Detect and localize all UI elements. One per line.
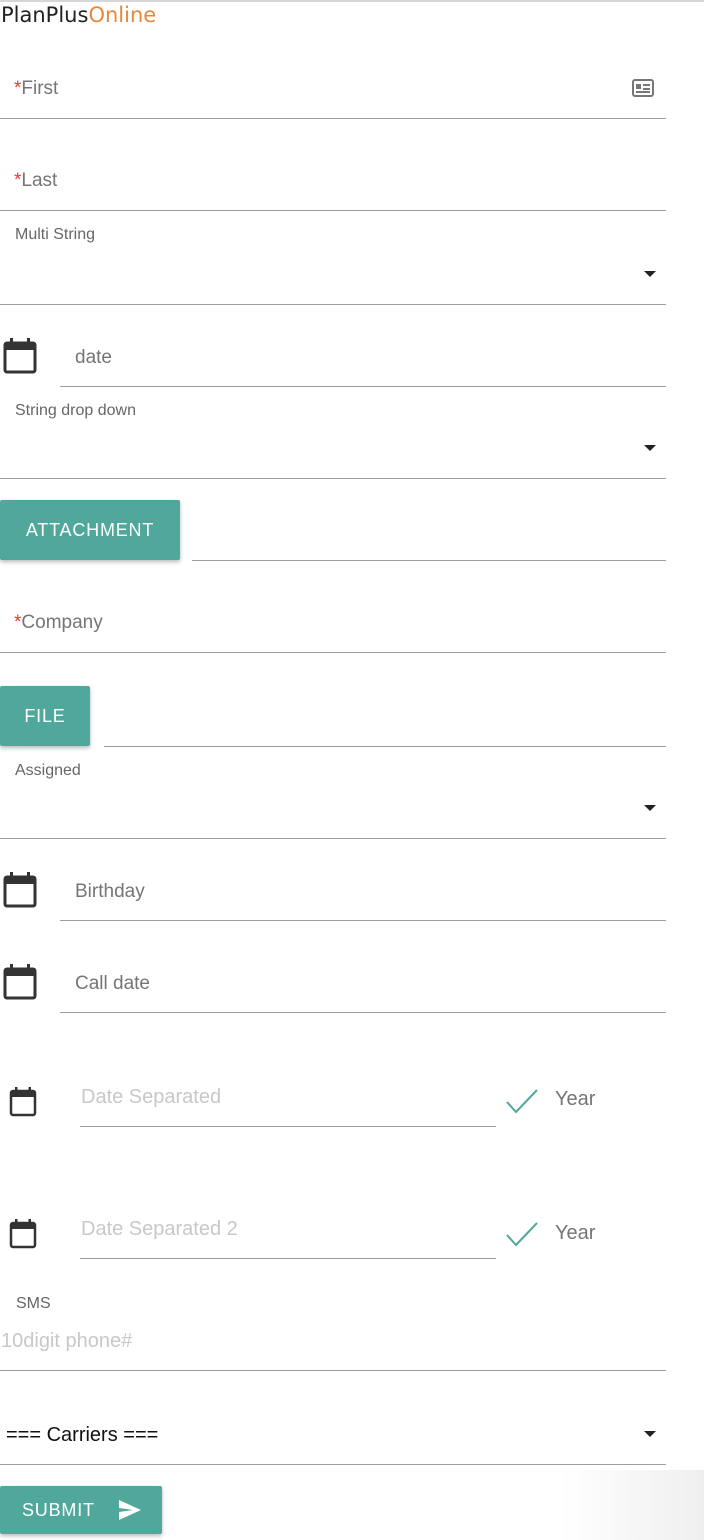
- date-separated-2-input[interactable]: Date Separated 2: [80, 1208, 496, 1258]
- attachment-button[interactable]: ATTACHMENT: [0, 500, 180, 560]
- carriers-underline: [0, 1464, 666, 1465]
- call-date-field[interactable]: Call date: [60, 956, 666, 1012]
- date-separated-2-year-label: Year: [555, 1222, 596, 1244]
- chevron-down-icon: [644, 805, 656, 811]
- calendar-icon[interactable]: [3, 964, 37, 1000]
- birthday-underline: [60, 920, 666, 921]
- file-button[interactable]: FILE: [0, 686, 90, 746]
- company-underline: [0, 652, 666, 653]
- brand-logo-part2: Online: [88, 3, 157, 27]
- sms-label: SMS: [16, 1295, 51, 1312]
- attachment-underline: [192, 560, 666, 561]
- contact-card-icon: [632, 79, 654, 97]
- date-separated-input[interactable]: Date Separated: [80, 1076, 496, 1126]
- string-drop-down-underline: [0, 478, 666, 479]
- date-field[interactable]: date: [60, 330, 666, 386]
- multi-string-underline: [0, 304, 666, 305]
- date-separated-placeholder: Date Separated: [81, 1086, 222, 1108]
- sms-phone-placeholder: 10digit phone#: [1, 1330, 133, 1352]
- company-label: *Company: [14, 612, 103, 633]
- birthday-label: Birthday: [75, 881, 145, 902]
- chevron-down-icon: [644, 1431, 656, 1437]
- carriers-selected: === Carriers ===: [6, 1424, 159, 1446]
- date-label: date: [75, 347, 112, 368]
- date-separated-2-underline: [80, 1258, 496, 1259]
- brand-logo: PlanPlusOnline: [1, 2, 156, 28]
- calendar-icon[interactable]: [3, 872, 37, 908]
- last-name-field[interactable]: *Last: [0, 150, 666, 210]
- attachment-filename-field[interactable]: [192, 508, 666, 560]
- string-drop-down-select[interactable]: [0, 424, 666, 478]
- file-filename-field[interactable]: [104, 694, 666, 746]
- last-name-underline: [0, 210, 666, 211]
- multi-string-label: Multi String: [15, 226, 96, 243]
- sms-phone-input[interactable]: 10digit phone#: [0, 1318, 666, 1370]
- birthday-field[interactable]: Birthday: [60, 864, 666, 920]
- file-underline: [104, 746, 666, 747]
- calendar-icon[interactable]: [3, 338, 37, 374]
- brand-logo-part1: PlanPlus: [1, 3, 89, 27]
- date-separated-underline: [80, 1126, 496, 1127]
- submit-button[interactable]: SUBMIT: [0, 1486, 162, 1534]
- multi-string-select[interactable]: [0, 248, 666, 304]
- assigned-underline: [0, 838, 666, 839]
- date-separated-year-label: Year: [555, 1088, 596, 1110]
- assigned-label: Assigned: [15, 762, 81, 779]
- company-field[interactable]: *Company: [0, 592, 666, 652]
- checkmark-icon[interactable]: [505, 1221, 539, 1247]
- calendar-icon[interactable]: [9, 1087, 37, 1117]
- first-name-label: *First: [14, 78, 59, 99]
- call-date-label: Call date: [75, 973, 150, 994]
- call-date-underline: [60, 1012, 666, 1013]
- first-name-field[interactable]: *First: [0, 60, 666, 120]
- send-icon: [118, 1500, 141, 1520]
- first-name-underline: [0, 118, 666, 119]
- carriers-select[interactable]: === Carriers ===: [0, 1408, 666, 1464]
- checkmark-icon[interactable]: [505, 1088, 539, 1114]
- sms-underline: [0, 1370, 666, 1371]
- chevron-down-icon: [644, 445, 656, 451]
- date-underline: [60, 386, 666, 387]
- last-name-label: *Last: [14, 170, 58, 191]
- string-drop-down-label: String drop down: [15, 402, 136, 419]
- assigned-select[interactable]: [0, 784, 666, 838]
- submit-label: SUBMIT: [22, 1499, 95, 1520]
- page-edge-shadow: [560, 1470, 704, 1540]
- date-separated-2-placeholder: Date Separated 2: [81, 1218, 238, 1240]
- calendar-icon[interactable]: [9, 1219, 37, 1249]
- chevron-down-icon: [644, 271, 656, 277]
